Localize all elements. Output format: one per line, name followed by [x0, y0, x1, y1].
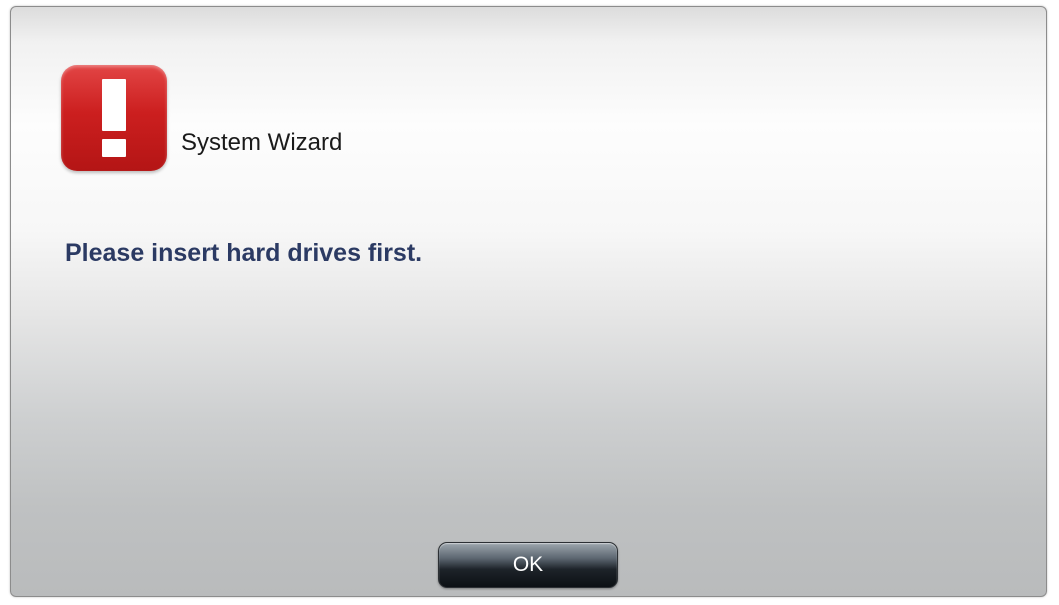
- dialog-message: Please insert hard drives first.: [65, 239, 423, 267]
- exclamation-alert-icon: [61, 65, 167, 171]
- dialog-title: System Wizard: [181, 129, 343, 156]
- dialog-header: System Wizard: [61, 65, 342, 171]
- ok-button[interactable]: OK: [438, 542, 618, 588]
- system-wizard-dialog: System Wizard Please insert hard drives …: [10, 6, 1047, 597]
